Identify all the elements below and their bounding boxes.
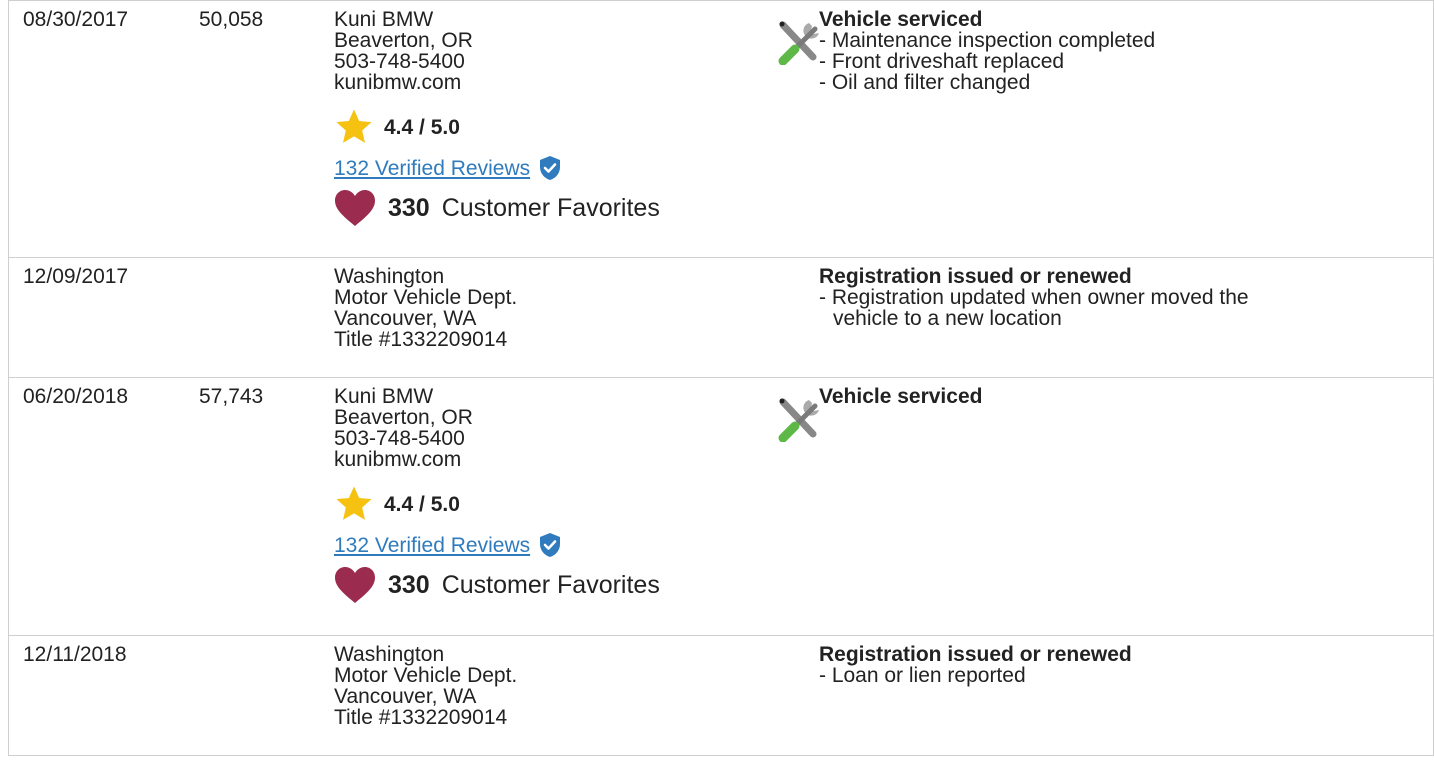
source-website: kunibmw.com xyxy=(334,71,462,94)
source-name: Washington xyxy=(334,643,445,666)
vehicle-history-table: 08/30/2017 50,058 Kuni BMW Beaverton, OR… xyxy=(8,0,1434,756)
heart-icon xyxy=(335,190,375,226)
favorites-count: 330 xyxy=(388,570,430,599)
source-website: kunibmw.com xyxy=(334,448,462,471)
record-comments: Vehicle serviced - Maintenance inspectio… xyxy=(777,9,1155,93)
service-tools-icon xyxy=(778,21,819,65)
source-location: Vancouver, WA xyxy=(334,307,477,330)
record-comments: Vehicle serviced xyxy=(777,386,982,442)
source-location: Vancouver, WA xyxy=(334,685,477,708)
service-tools-icon xyxy=(778,398,819,442)
record-comments: Registration issued or renewed - Registr… xyxy=(819,266,1249,329)
record-date: 12/09/2017 xyxy=(23,265,129,288)
heart-icon xyxy=(335,567,375,603)
title-number: Title #1332209014 xyxy=(334,706,508,729)
history-row: 08/30/2017 50,058 Kuni BMW Beaverton, OR… xyxy=(8,0,1434,258)
record-detail: - Loan or lien reported xyxy=(819,664,1026,687)
record-detail: - Registration updated when owner moved … xyxy=(819,286,1249,309)
source-name: Kuni BMW xyxy=(334,385,434,408)
record-title: Vehicle serviced xyxy=(819,8,983,31)
customer-favorites: 330 Customer Favorites xyxy=(334,189,660,227)
source-location: Beaverton, OR xyxy=(334,29,473,52)
title-number: Title #1332209014 xyxy=(334,328,508,351)
record-source: Washington Motor Vehicle Dept. Vancouver… xyxy=(334,266,517,350)
record-detail: - Front driveshaft replaced xyxy=(819,50,1065,73)
record-source: Kuni BMW Beaverton, OR 503-748-5400 kuni… xyxy=(334,9,660,227)
history-row: 12/11/2018 Washington Motor Vehicle Dept… xyxy=(8,636,1434,756)
record-title: Registration issued or renewed xyxy=(819,265,1132,288)
record-title: Registration issued or renewed xyxy=(819,643,1132,666)
rating-value: 4.4 / 5.0 xyxy=(384,115,460,139)
star-icon xyxy=(336,109,372,143)
record-title: Vehicle serviced xyxy=(819,385,983,408)
source-name: Washington xyxy=(334,265,445,288)
record-detail: - Oil and filter changed xyxy=(819,71,1031,94)
record-detail: - Maintenance inspection completed xyxy=(819,29,1156,52)
verified-reviews-link[interactable]: 132 Verified Reviews xyxy=(334,535,530,556)
record-date: 06/20/2018 xyxy=(23,385,129,408)
record-mileage: 57,743 xyxy=(199,385,264,408)
record-date: 12/11/2018 xyxy=(23,643,127,666)
record-date: 08/30/2017 xyxy=(23,8,129,31)
source-department: Motor Vehicle Dept. xyxy=(334,664,518,687)
reviews: 132 Verified Reviews xyxy=(334,532,660,558)
dealer-rating: 4.4 / 5.0 xyxy=(334,484,660,524)
record-source: Washington Motor Vehicle Dept. Vancouver… xyxy=(334,644,517,728)
favorites-count: 330 xyxy=(388,193,430,222)
history-row: 06/20/2018 57,743 Kuni BMW Beaverton, OR… xyxy=(8,378,1434,636)
rating-value: 4.4 / 5.0 xyxy=(384,492,460,516)
verified-shield-icon xyxy=(540,533,561,557)
reviews: 132 Verified Reviews xyxy=(334,155,660,181)
source-name: Kuni BMW xyxy=(334,8,434,31)
history-row: 12/09/2017 Washington Motor Vehicle Dept… xyxy=(8,258,1434,378)
customer-favorites: 330 Customer Favorites xyxy=(334,566,660,604)
dealer-rating: 4.4 / 5.0 xyxy=(334,107,660,147)
source-location: Beaverton, OR xyxy=(334,406,473,429)
source-phone: 503-748-5400 xyxy=(334,427,465,450)
record-source: Kuni BMW Beaverton, OR 503-748-5400 kuni… xyxy=(334,386,660,604)
favorites-label: Customer Favorites xyxy=(441,570,660,599)
star-icon xyxy=(336,486,372,520)
record-mileage: 50,058 xyxy=(199,8,264,31)
record-comments: Registration issued or renewed - Loan or… xyxy=(819,644,1132,686)
record-detail: vehicle to a new location xyxy=(833,307,1062,330)
verified-reviews-link[interactable]: 132 Verified Reviews xyxy=(334,158,530,179)
favorites-label: Customer Favorites xyxy=(441,193,660,222)
source-phone: 503-748-5400 xyxy=(334,50,465,73)
verified-shield-icon xyxy=(540,156,561,180)
source-department: Motor Vehicle Dept. xyxy=(334,286,518,309)
